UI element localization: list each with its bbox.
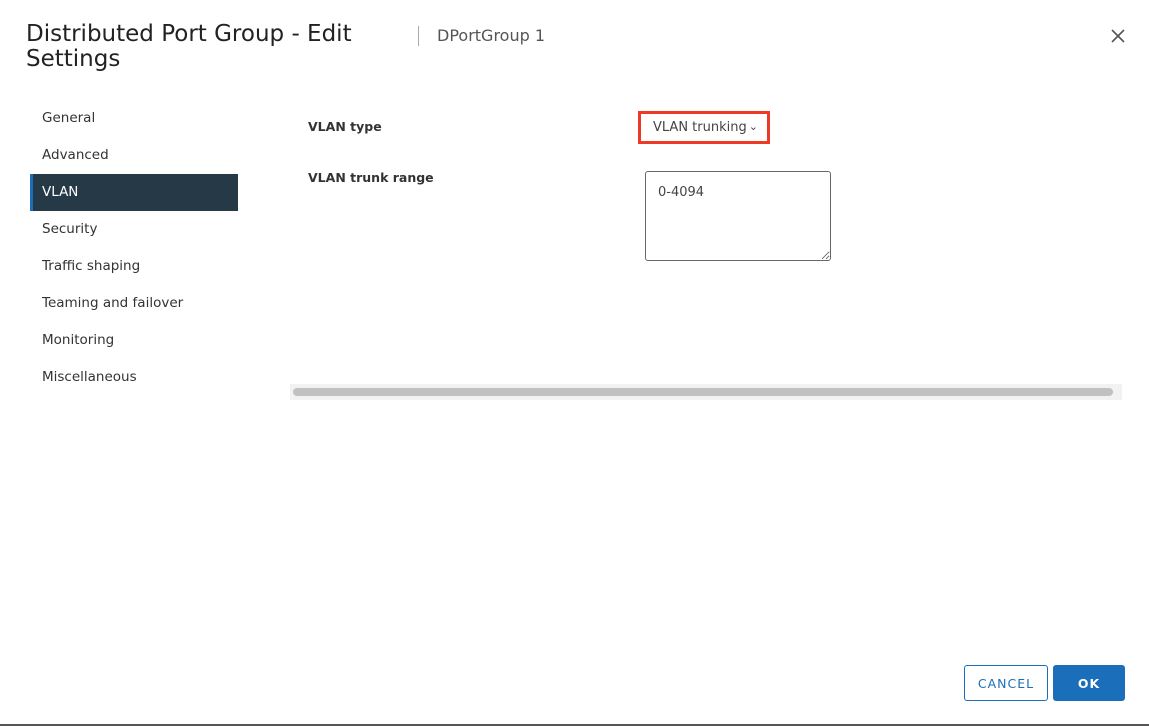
ok-button[interactable]: OK xyxy=(1053,665,1125,701)
title-divider xyxy=(418,26,419,46)
sidebar-item-miscellaneous[interactable]: Miscellaneous xyxy=(30,359,238,396)
vlan-trunk-range-input[interactable]: 0-4094 xyxy=(645,171,831,261)
vlan-type-label: VLAN type xyxy=(308,119,382,134)
close-icon[interactable] xyxy=(1108,26,1128,46)
sidebar-item-security[interactable]: Security xyxy=(30,211,238,248)
vlan-trunk-range-label: VLAN trunk range xyxy=(308,170,434,185)
sidebar-item-vlan[interactable]: VLAN xyxy=(30,174,238,211)
sidebar-item-advanced[interactable]: Advanced xyxy=(30,137,238,174)
dialog-subtitle: DPortGroup 1 xyxy=(437,26,546,45)
scrollbar-thumb[interactable] xyxy=(293,388,1113,396)
cancel-button[interactable]: CANCEL xyxy=(964,665,1048,701)
horizontal-scrollbar[interactable] xyxy=(290,384,1122,400)
sidebar-nav: General Advanced VLAN Security Traffic s… xyxy=(30,100,238,396)
sidebar-item-teaming-failover[interactable]: Teaming and failover xyxy=(30,285,238,322)
chevron-down-icon: ⌄ xyxy=(748,120,758,133)
sidebar-item-traffic-shaping[interactable]: Traffic shaping xyxy=(30,248,238,285)
vlan-type-value: VLAN trunking xyxy=(653,120,747,135)
sidebar-item-general[interactable]: General xyxy=(30,100,238,137)
vlan-type-select[interactable]: VLAN trunking ⌄ xyxy=(638,111,770,144)
dialog-title: Distributed Port Group - Edit Settings xyxy=(26,21,352,72)
sidebar-item-monitoring[interactable]: Monitoring xyxy=(30,322,238,359)
